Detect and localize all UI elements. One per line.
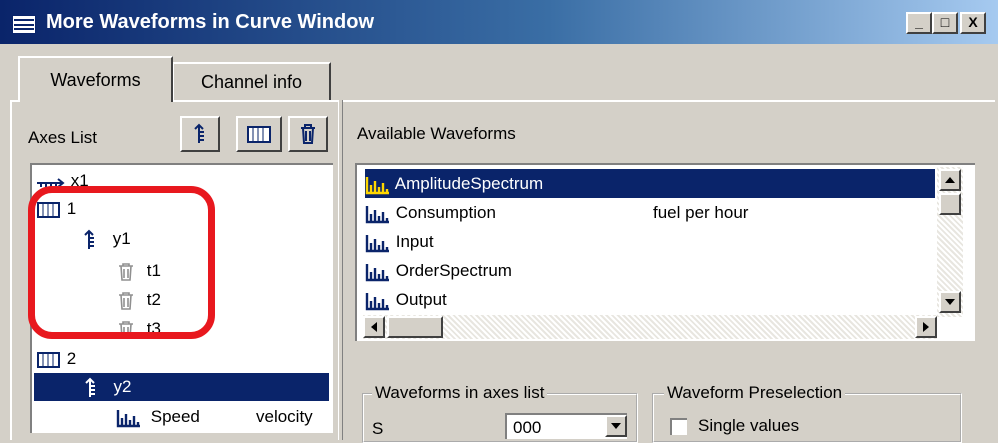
tab-label: Channel info [200,72,303,92]
tree-item-x1[interactable]: x1 [36,167,89,195]
waveform-comment: fuel per hour [653,203,749,222]
checkbox-label: Single values [698,416,800,435]
axes-list-label: Axes List [28,128,97,147]
maximize-button[interactable]: □ [932,12,958,34]
tree-item-t3[interactable]: t3 [116,315,161,343]
field-value: 000 [513,418,542,437]
waveform-list[interactable]: AmplitudeSpectrum Consumption fuel per h… [355,163,975,341]
trash-icon [119,262,133,281]
add-y-axis-button[interactable] [180,116,220,152]
tree-item-label: t2 [146,290,161,309]
arrow-up-icon [945,177,955,183]
tree-item-label: 2 [66,349,77,368]
y-axis-icon [85,377,95,397]
waveform-icon [365,292,389,310]
waveform-item-input[interactable]: Input [365,227,935,256]
y-axis-icon [84,229,94,249]
waveform-icon [365,234,389,252]
vertical-scrollbar[interactable] [937,167,963,317]
tab-channel-info[interactable]: Channel info [172,62,331,100]
scroll-thumb[interactable] [939,193,961,215]
group-title: Waveforms in axes list [372,383,548,403]
group-row-label: S [372,419,384,438]
dropdown-button[interactable] [605,415,627,437]
tree-item-t2[interactable]: t2 [116,286,161,314]
waveform-icon [365,176,389,194]
axes-list-field[interactable]: 000 [505,413,627,439]
waveform-name: Consumption [395,203,496,222]
trash-icon [119,320,133,339]
chevron-down-icon [611,423,621,429]
tree-item-label: t3 [146,319,161,338]
trash-icon [301,124,315,144]
panel-splitter[interactable] [338,100,343,440]
waveform-icon [365,263,389,281]
tree-item-y2[interactable]: y2 [34,373,329,401]
arrow-left-icon [371,322,377,332]
waveform-item-consumption[interactable]: Consumption fuel per hour [365,198,935,227]
group-title: Waveform Preselection [664,383,846,403]
tree-item-label: 1 [66,199,77,218]
tree-item-label: t1 [146,261,161,280]
waveform-item-amplitudespectrum[interactable]: AmplitudeSpectrum [365,169,935,198]
app-window-icon [12,15,36,34]
add-window-button[interactable] [236,116,282,152]
tab-waveforms[interactable]: Waveforms [18,56,173,102]
scroll-right-button[interactable] [915,316,937,338]
available-waveforms-label: Available Waveforms [357,124,516,143]
title-bar[interactable]: More Waveforms in Curve Window _ □ X [0,0,998,44]
scroll-up-button[interactable] [939,169,961,191]
y-axis-icon [194,123,204,143]
waveform-name: OrderSpectrum [395,261,512,280]
tree-item-t1[interactable]: t1 [116,257,161,285]
arrow-down-icon [945,299,955,305]
window-icon [37,351,60,368]
x-axis-icon [37,177,65,188]
window-title: More Waveforms in Curve Window [46,11,375,33]
waveform-icon [116,409,140,427]
scroll-down-button[interactable] [939,291,961,313]
waveform-item-output[interactable]: Output [365,285,935,314]
tree-item-label: Speed [150,407,200,426]
trash-icon [119,291,133,310]
horizontal-scrollbar[interactable] [363,315,937,339]
tree-item-label: y1 [112,229,131,248]
tree-item-label: y2 [113,377,132,396]
window-icon [37,201,60,218]
tab-label: Waveforms [50,70,141,90]
tree-item-y1[interactable]: y1 [80,225,131,253]
waveform-icon [365,205,389,223]
tree-item-label: x1 [70,171,89,190]
delete-button[interactable] [288,116,328,152]
waveform-name: Output [395,290,447,309]
scroll-thumb[interactable] [387,316,443,338]
waveform-item-orderspectrum[interactable]: OrderSpectrum [365,256,935,285]
scroll-left-button[interactable] [363,316,385,338]
tree-item-window-1[interactable]: 1 [36,195,76,223]
waveform-name: AmplitudeSpectrum [394,174,544,193]
arrow-right-icon [923,322,929,332]
close-button[interactable]: X [960,12,986,34]
waveform-name: Input [395,232,434,251]
minimize-button[interactable]: _ [906,12,932,34]
window-icon [247,126,271,143]
tree-item-window-2[interactable]: 2 [36,345,76,373]
axes-tree[interactable]: x1 1 y1 t1 t2 t3 2 y2 Speed velocity [30,163,333,433]
